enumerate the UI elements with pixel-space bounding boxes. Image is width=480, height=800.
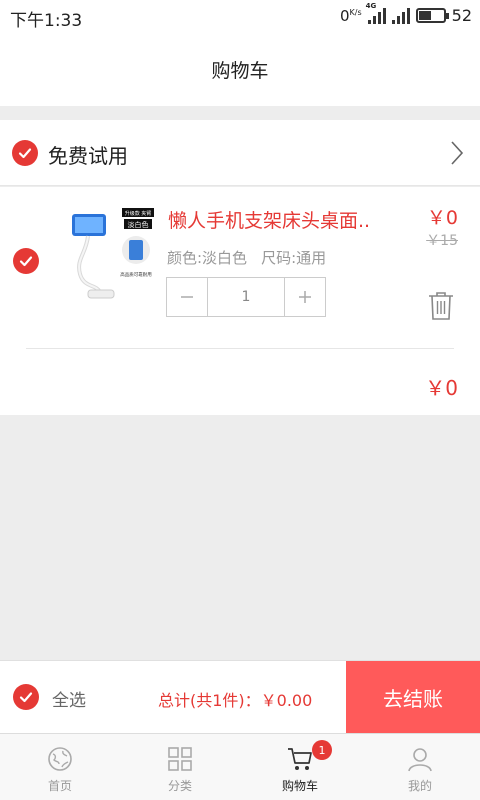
total-price: 总计(共1件)：￥0.00 bbox=[158, 691, 313, 710]
tab-label: 首页 bbox=[47, 779, 72, 793]
trial-section-header[interactable]: 免费试用 bbox=[0, 120, 480, 186]
select-all-checkbox[interactable] bbox=[13, 684, 39, 710]
section-subtotal: ￥0 bbox=[425, 376, 458, 400]
tab-label: 购物车 bbox=[281, 779, 318, 793]
status-bar: 下午1:33 0K/s 4G 52 bbox=[0, 0, 480, 32]
item-original-price: ￥15 bbox=[426, 233, 458, 249]
select-all-label[interactable]: 全选 bbox=[52, 686, 86, 711]
battery-icon bbox=[415, 8, 449, 23]
trial-section-label: 免费试用 bbox=[48, 144, 128, 168]
nav-bar: 购物车 bbox=[0, 32, 480, 106]
signal-4g-icon: 4G bbox=[366, 2, 386, 24]
signal-icon bbox=[391, 7, 410, 24]
tab-cart[interactable]: 1 购物车 bbox=[240, 734, 360, 800]
status-time: 下午1:33 bbox=[10, 11, 83, 31]
item-title[interactable]: 懒人手机支架床头桌面.. bbox=[168, 206, 398, 233]
quantity-stepper: 1 bbox=[166, 277, 326, 317]
grid-icon bbox=[168, 747, 192, 771]
check-icon bbox=[18, 148, 32, 159]
globe-icon bbox=[48, 747, 72, 771]
checkout-bar: 全选 总计(共1件)：￥0.00 去结账 bbox=[0, 660, 480, 734]
item-color: 颜色:淡白色 bbox=[167, 249, 248, 267]
checkout-button[interactable]: 去结账 bbox=[346, 661, 480, 734]
item-size: 尺码:通用 bbox=[261, 249, 327, 267]
trial-section-checkbox[interactable] bbox=[12, 140, 38, 166]
tab-label: 我的 bbox=[407, 779, 432, 793]
product-thumbnail[interactable]: 升级款 夹臂 淡白色 高品质可靠耐用 bbox=[66, 204, 158, 310]
tab-label: 分类 bbox=[167, 779, 192, 793]
plus-icon bbox=[299, 291, 311, 303]
cart-count-badge: 1 bbox=[312, 740, 332, 760]
status-indicators: 0K/s 4G 52 bbox=[339, 2, 472, 26]
page-title: 购物车 bbox=[211, 59, 269, 82]
net-speed: 0K/s bbox=[339, 6, 362, 25]
svg-text:淡白色: 淡白色 bbox=[128, 220, 149, 229]
battery-percent: 52 bbox=[451, 6, 472, 25]
divider bbox=[26, 348, 454, 349]
decrement-button[interactable] bbox=[167, 278, 207, 316]
user-icon bbox=[408, 748, 432, 772]
cart-icon bbox=[288, 748, 312, 770]
item-spec: 颜色:淡白色 尺码:通用 bbox=[167, 247, 326, 268]
cart-item: 升级款 夹臂 淡白色 高品质可靠耐用 懒人手机支架床头桌面.. 颜色:淡白色 尺码… bbox=[0, 187, 480, 415]
svg-text:升级款 夹臂: 升级款 夹臂 bbox=[125, 210, 152, 217]
tab-category[interactable]: 分类 bbox=[120, 734, 240, 800]
minus-icon bbox=[181, 296, 193, 298]
quantity-value[interactable]: 1 bbox=[207, 278, 285, 316]
check-icon bbox=[19, 256, 33, 267]
check-icon bbox=[19, 692, 33, 703]
phone-holder-image: 升级款 夹臂 淡白色 高品质可靠耐用 bbox=[72, 208, 154, 299]
tab-profile[interactable]: 我的 bbox=[360, 734, 480, 800]
item-checkbox[interactable] bbox=[13, 248, 39, 274]
tab-bar: 首页 分类 1 购物车 我的 bbox=[0, 733, 480, 800]
svg-text:高品质可靠耐用: 高品质可靠耐用 bbox=[120, 271, 152, 278]
increment-button[interactable] bbox=[285, 278, 325, 316]
trash-icon[interactable] bbox=[428, 291, 454, 321]
item-price: ￥0 bbox=[426, 207, 458, 229]
chevron-right-icon[interactable] bbox=[450, 140, 464, 166]
tab-home[interactable]: 首页 bbox=[0, 734, 120, 800]
